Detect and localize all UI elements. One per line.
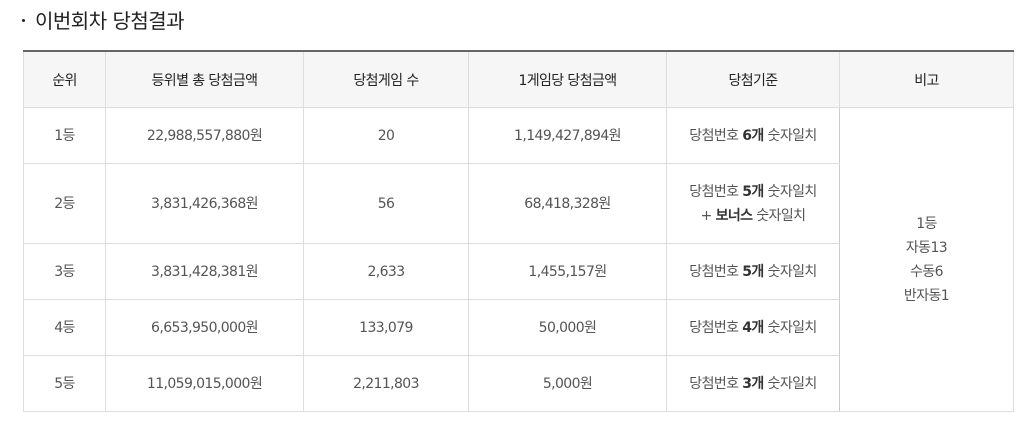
header-rank: 순위 (23, 51, 106, 108)
winner-count-cell: 133,079 (303, 299, 469, 356)
total-prize-cell: 22,988,557,880원 (105, 107, 304, 164)
criteria-prefix: 당첨번호 (689, 263, 743, 280)
note-cell: 1등 자동13 수동6 반자동1 (839, 107, 1014, 412)
prize-per-game-cell: 1,455,157원 (468, 243, 667, 300)
note-line: 자동13 (905, 239, 948, 256)
criteria-prefix: 당첨번호 (689, 183, 743, 200)
criteria-count: 6개 (742, 127, 764, 144)
section-title: 이번회차 당첨결과 (22, 4, 185, 34)
prize-per-game-cell: 50,000원 (468, 299, 667, 356)
criteria-bonus-prefix: + (700, 207, 716, 224)
criteria-cell: 당첨번호 5개 숫자일치 (666, 243, 840, 300)
criteria-bonus-suffix: 숫자일치 (752, 207, 806, 224)
note-line: 1등 (916, 215, 937, 232)
total-prize-cell: 3,831,426,368원 (105, 163, 304, 244)
note-line: 수동6 (910, 263, 943, 280)
criteria-bonus: 보너스 (715, 207, 753, 224)
criteria-line-2: + 보너스 숫자일치 (667, 204, 839, 228)
criteria-count: 3개 (742, 375, 764, 392)
bullet-icon (22, 18, 25, 22)
table-header-row: 순위 등위별 총 당첨금액 당첨게임 수 1게임당 당첨금액 당첨기준 비고 (23, 51, 1014, 108)
criteria-count: 4개 (742, 319, 764, 336)
criteria-prefix: 당첨번호 (689, 127, 743, 144)
criteria-suffix: 숫자일치 (763, 263, 818, 280)
rank-cell: 4등 (23, 299, 106, 356)
criteria-cell: 당첨번호 6개 숫자일치 (666, 107, 840, 164)
table-row: 1등 22,988,557,880원 20 1,149,427,894원 당첨번… (23, 107, 1014, 412)
prize-per-game-cell: 68,418,328원 (468, 163, 667, 244)
criteria-suffix: 숫자일치 (763, 319, 818, 336)
header-note: 비고 (839, 51, 1014, 108)
total-prize-cell: 11,059,015,000원 (105, 355, 304, 412)
criteria-cell: 당첨번호 5개 숫자일치 + 보너스 숫자일치 (666, 163, 840, 244)
criteria-count: 5개 (742, 263, 764, 280)
criteria-cell: 당첨번호 4개 숫자일치 (666, 299, 840, 356)
winner-count-cell: 2,211,803 (303, 355, 469, 412)
section-title-text: 이번회차 당첨결과 (35, 8, 185, 33)
criteria-suffix: 숫자일치 (763, 375, 818, 392)
criteria-line-1: 당첨번호 5개 숫자일치 (667, 180, 839, 204)
note-line: 반자동1 (903, 287, 950, 304)
criteria-suffix: 숫자일치 (763, 183, 818, 200)
header-total-prize: 등위별 총 당첨금액 (105, 51, 304, 108)
rank-cell: 1등 (23, 107, 106, 164)
total-prize-cell: 3,831,428,381원 (105, 243, 304, 300)
winner-count-cell: 56 (303, 163, 469, 244)
rank-cell: 5등 (23, 355, 106, 412)
rank-cell: 3등 (23, 243, 106, 300)
criteria-prefix: 당첨번호 (689, 319, 743, 336)
header-criteria: 당첨기준 (666, 51, 840, 108)
criteria-suffix: 숫자일치 (763, 127, 818, 144)
criteria-prefix: 당첨번호 (689, 375, 743, 392)
results-table: 순위 등위별 총 당첨금액 당첨게임 수 1게임당 당첨금액 당첨기준 비고 1… (23, 50, 1014, 412)
rank-cell: 2등 (23, 163, 106, 244)
header-prize-per-game: 1게임당 당첨금액 (468, 51, 667, 108)
header-winner-count: 당첨게임 수 (303, 51, 469, 108)
winner-count-cell: 2,633 (303, 243, 469, 300)
prize-per-game-cell: 5,000원 (468, 355, 667, 412)
total-prize-cell: 6,653,950,000원 (105, 299, 304, 356)
criteria-cell: 당첨번호 3개 숫자일치 (666, 355, 840, 412)
winner-count-cell: 20 (303, 107, 469, 164)
criteria-count: 5개 (742, 183, 764, 200)
prize-per-game-cell: 1,149,427,894원 (468, 107, 667, 164)
